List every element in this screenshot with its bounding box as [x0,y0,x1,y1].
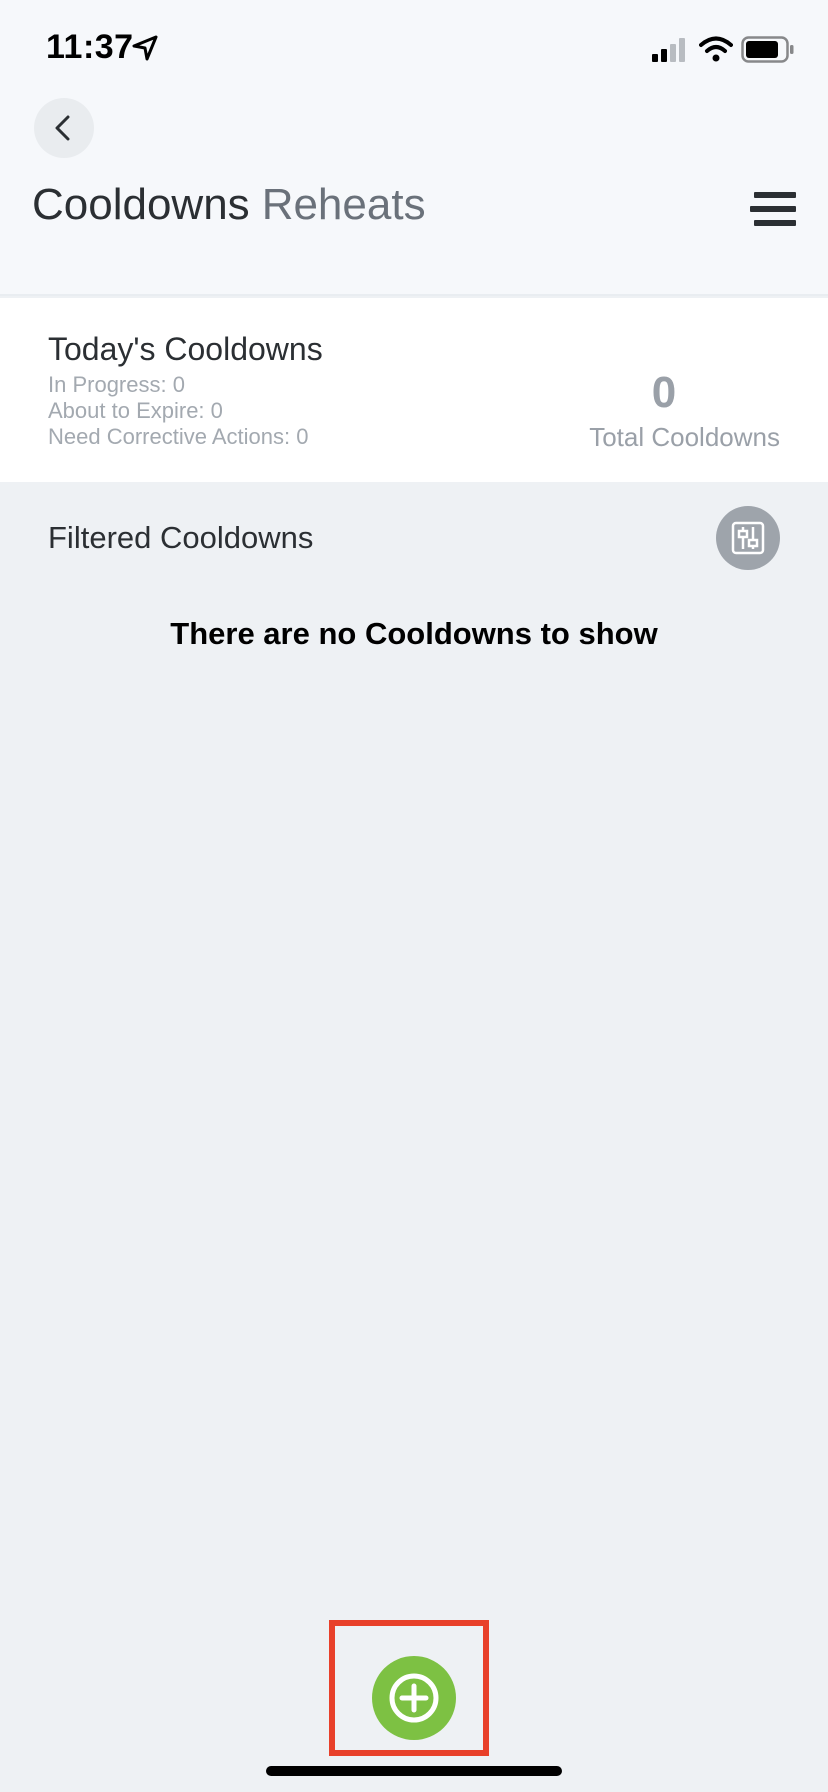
corrective-actions-count: Need Corrective Actions: 0 [48,424,309,449]
back-button[interactable] [34,98,94,158]
chevron-left-icon [55,115,70,141]
home-indicator[interactable] [266,1766,562,1776]
cellular-signal-icon [652,38,685,62]
about-to-expire-count: About to Expire: 0 [48,398,223,423]
battery-icon [741,36,794,63]
header: 11:37 Cooldowns Reheats [0,0,828,296]
tab-reheats[interactable]: Reheats [262,180,426,230]
total-cooldowns-label: Total Cooldowns [589,422,780,452]
filter-button[interactable] [716,506,780,570]
summary-title: Today's Cooldowns [48,331,323,367]
tab-bar: Cooldowns Reheats [32,180,426,230]
status-time: 11:37 [46,28,134,66]
tab-cooldowns[interactable]: Cooldowns [32,180,250,230]
empty-state-message: There are no Cooldowns to show [170,616,658,651]
total-cooldowns-value: 0 [651,368,677,417]
hamburger-menu-icon[interactable] [750,188,796,230]
in-progress-count: In Progress: 0 [48,372,185,397]
add-cooldown-button[interactable] [372,1656,456,1740]
wifi-icon [699,36,733,62]
filtered-section-title: Filtered Cooldowns [48,520,314,555]
status-bar: 11:37 [0,0,828,100]
filter-sliders-icon [731,521,765,555]
plus-circle-icon [389,1673,439,1723]
location-arrow-icon [132,35,158,61]
todays-summary-card: Today's Cooldowns In Progress: 0 About t… [0,298,828,482]
